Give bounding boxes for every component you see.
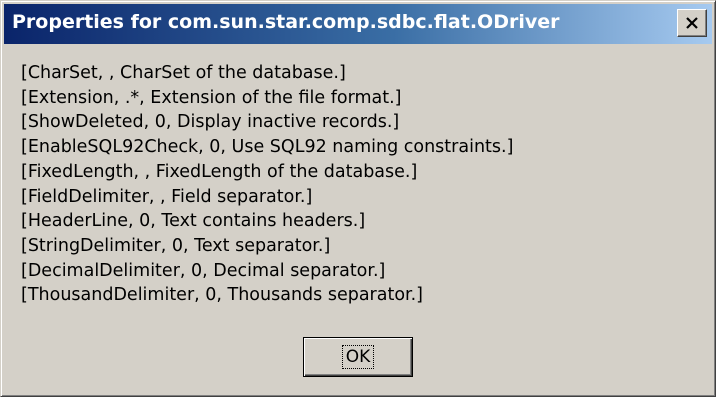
close-button[interactable] (677, 9, 707, 37)
ok-button[interactable]: OK (303, 337, 413, 377)
close-icon (686, 16, 698, 29)
properties-dialog: Properties for com.sun.star.comp.sdbc.fl… (0, 0, 716, 397)
properties-list: [CharSet, , CharSet of the database.] [E… (21, 61, 513, 308)
property-line-charset: [CharSet, , CharSet of the database.] (21, 63, 346, 83)
property-line-fixedlength: [FixedLength, , FixedLength of the datab… (21, 161, 418, 182)
property-line-enablesql92check: [EnableSQL92Check, 0, Use SQL92 naming c… (21, 137, 514, 158)
property-line-extension: [Extension, .*, Extension of the file fo… (21, 87, 402, 108)
property-line-headerline: [HeaderLine, 0, Text contains headers.] (21, 211, 366, 232)
property-line-decimaldelimiter: [DecimalDelimiter, 0, Decimal separator.… (21, 260, 386, 281)
title-bar[interactable]: Properties for com.sun.star.comp.sdbc.fl… (4, 4, 712, 44)
property-line-thousanddelimiter: [ThousandDelimiter, 0, Thousands separat… (21, 285, 424, 306)
window-title: Properties for com.sun.star.comp.sdbc.fl… (12, 11, 560, 33)
property-line-stringdelimiter: [StringDelimiter, 0, Text separator.] (21, 235, 331, 256)
property-line-showdeleted: [ShowDeleted, 0, Display inactive record… (21, 112, 400, 133)
ok-button-label: OK (341, 345, 375, 369)
property-line-fielddelimiter: [FieldDelimiter, , Field separator.] (21, 186, 313, 207)
